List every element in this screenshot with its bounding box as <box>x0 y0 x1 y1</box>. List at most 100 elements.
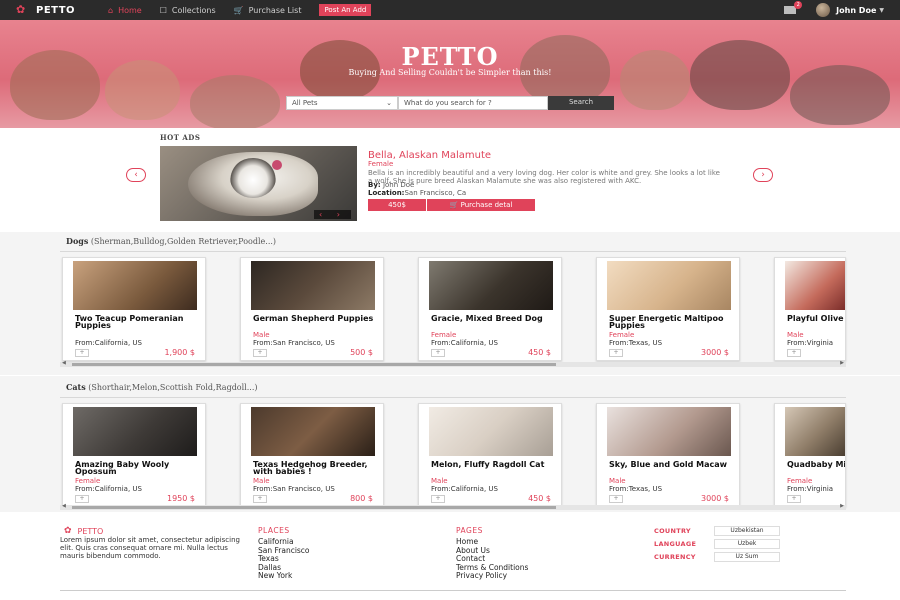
listing-title[interactable]: Amazing Baby Wooly Opossum <box>75 461 205 476</box>
scroll-left-icon[interactable]: ◀ <box>62 360 66 366</box>
add-to-list-button[interactable]: + <box>787 495 801 503</box>
listing-card[interactable]: Melon, Fluffy Ragdoll Cat Male From:Califo… <box>418 403 562 507</box>
listing-photo[interactable] <box>251 407 375 456</box>
mail-icon[interactable]: 2 <box>784 1 803 14</box>
dogs-title: Dogs <box>66 236 89 246</box>
listing-photo[interactable] <box>429 261 553 310</box>
scroll-right-icon[interactable]: ▶ <box>840 503 844 509</box>
purchase-detail-button[interactable]: 🛒 Purchase detal <box>427 199 535 211</box>
pet-silhouette <box>190 75 280 128</box>
nav-purchase-list[interactable]: 🛒 Purchase List <box>234 6 302 15</box>
listing-title[interactable]: Sky, Blue and Gold Macaw <box>609 461 739 469</box>
listing-title[interactable]: Playful Olive Puppy <box>787 315 845 323</box>
paw-logo-icon: ✿ <box>64 526 72 536</box>
nav-home-label: Home <box>118 5 142 15</box>
listing-photo[interactable] <box>73 261 197 310</box>
mail-badge: 2 <box>794 1 803 9</box>
country-select[interactable]: Uzbekistan <box>714 526 780 536</box>
cats-scrollbar[interactable]: ◀ ▶ <box>60 503 846 510</box>
footer-brand[interactable]: ✿ PETTO <box>64 526 103 536</box>
pages-heading: PAGES <box>456 526 483 535</box>
cats-title: Cats <box>66 382 86 392</box>
search-button[interactable]: Search <box>548 96 614 110</box>
place-link[interactable]: New York <box>258 572 310 581</box>
listing-price: 450 $ <box>528 348 551 357</box>
add-to-list-button[interactable]: + <box>75 349 89 357</box>
add-to-list-button[interactable]: + <box>431 349 445 357</box>
add-to-list-button[interactable]: + <box>609 495 623 503</box>
add-to-list-button[interactable]: + <box>75 495 89 503</box>
add-to-list-button[interactable]: + <box>431 495 445 503</box>
category-select[interactable]: All Pets ⌄ <box>286 96 398 110</box>
chevron-down-icon[interactable]: ▼ <box>879 7 884 14</box>
home-icon: ⌂ <box>108 5 114 15</box>
listing-card[interactable]: Two Teacup Pomeranian Puppies From:Califo… <box>62 257 206 361</box>
listing-gender: Male <box>431 477 448 485</box>
hero-banner: PETTO Buying And Selling Couldn't be Sim… <box>0 20 900 128</box>
listing-card[interactable]: Gracie, Mixed Breed Dog Female From:Califo… <box>418 257 562 361</box>
scroll-thumb[interactable] <box>72 363 556 366</box>
prev-arrow-button[interactable]: ‹ <box>126 168 146 182</box>
nav-home[interactable]: ⌂ Home <box>108 6 142 15</box>
brand[interactable]: ✿ PETTO <box>16 3 108 17</box>
add-to-list-button[interactable]: + <box>609 349 623 357</box>
listing-photo[interactable] <box>785 407 845 456</box>
listing-title[interactable]: Super Energetic Maltipoo Puppies <box>609 315 739 330</box>
listing-gender: Female <box>609 331 635 339</box>
listing-card[interactable]: Playful Olive Puppy MaleFrom:Virginia + <box>774 257 846 361</box>
listing-photo[interactable] <box>251 261 375 310</box>
listing-location: From:San Francisco, US <box>253 339 335 347</box>
location-value: San Francisco, Ca <box>404 189 467 197</box>
listing-location: From:Texas, US <box>609 339 663 347</box>
add-to-list-button[interactable]: + <box>253 495 267 503</box>
add-to-list-button[interactable]: + <box>253 349 267 357</box>
nav-collections[interactable]: ☐ Collections <box>160 6 216 15</box>
divider <box>60 397 846 398</box>
listing-title[interactable]: Gracie, Mixed Breed Dog <box>431 315 561 323</box>
search-input[interactable]: What do you search for ? <box>398 96 548 110</box>
user-name[interactable]: John Doe <box>836 6 876 15</box>
listing-card[interactable]: German Shepherd Puppies Male From:San Fran… <box>240 257 384 361</box>
currency-setting: CURRENCY Uz Sum <box>654 552 780 562</box>
listing-photo[interactable] <box>429 407 553 456</box>
listing-card[interactable]: Amazing Baby Wooly Opossum Female From:Cal… <box>62 403 206 507</box>
listing-title[interactable]: Quadbaby Mixed Breed <box>787 461 845 469</box>
listing-photo[interactable] <box>73 407 197 456</box>
listing-card[interactable]: Quadbaby Mixed Breed FemaleFrom:Virginia + <box>774 403 846 507</box>
add-to-list-button[interactable]: + <box>787 349 801 357</box>
scroll-right-icon[interactable]: ▶ <box>840 360 844 366</box>
dog-face-shape <box>230 158 276 198</box>
listing-title[interactable]: Melon, Fluffy Ragdoll Cat <box>431 461 561 469</box>
listing-photo[interactable] <box>607 261 731 310</box>
footer: ✿ PETTO Lorem ipsum dolor sit amet, cons… <box>0 520 900 600</box>
country-label: COUNTRY <box>654 527 691 535</box>
listing-title[interactable]: Texas Hedgehog Breeder, with babies ! <box>253 461 383 476</box>
currency-select[interactable]: Uz Sum <box>714 552 780 562</box>
listing-card[interactable]: Super Energetic Maltipoo Puppies Female Fr… <box>596 257 740 361</box>
listing-gender: Male <box>253 477 270 485</box>
user-area: 2 John Doe ▼ <box>784 0 884 20</box>
listing-gender: Male <box>787 331 804 339</box>
dogs-scrollbar[interactable]: ◀ ▶ <box>60 360 846 367</box>
language-select[interactable]: Uzbek <box>714 539 780 549</box>
avatar[interactable] <box>816 3 831 17</box>
cart-icon: 🛒 <box>233 5 244 15</box>
image-nav-arrows[interactable]: ‹ › <box>314 210 351 219</box>
listing-photo[interactable] <box>785 261 845 310</box>
listing-title[interactable]: German Shepherd Puppies <box>253 315 383 323</box>
next-arrow-button[interactable]: › <box>753 168 773 182</box>
listing-price: 450 $ <box>528 494 551 503</box>
nav-collections-label: Collections <box>171 5 216 15</box>
hot-ad-image[interactable]: ‹ › <box>160 146 357 221</box>
listing-title[interactable]: Two Teacup Pomeranian Puppies <box>75 315 205 330</box>
listing-card[interactable]: Sky, Blue and Gold Macaw Male From:Texas, … <box>596 403 740 507</box>
scroll-thumb[interactable] <box>72 506 556 509</box>
hot-ad-gender: Female <box>368 160 394 168</box>
page-link[interactable]: Privacy Policy <box>456 572 528 581</box>
hot-ad-meta: By: John Doe Location:San Francisco, Ca <box>368 181 466 197</box>
listing-card[interactable]: Texas Hedgehog Breeder, with babies ! Mal… <box>240 403 384 507</box>
scroll-left-icon[interactable]: ◀ <box>62 503 66 509</box>
post-ad-button[interactable]: Post An Add <box>319 4 372 16</box>
listing-photo[interactable] <box>607 407 731 456</box>
listing-location: From:California, US <box>75 485 142 493</box>
